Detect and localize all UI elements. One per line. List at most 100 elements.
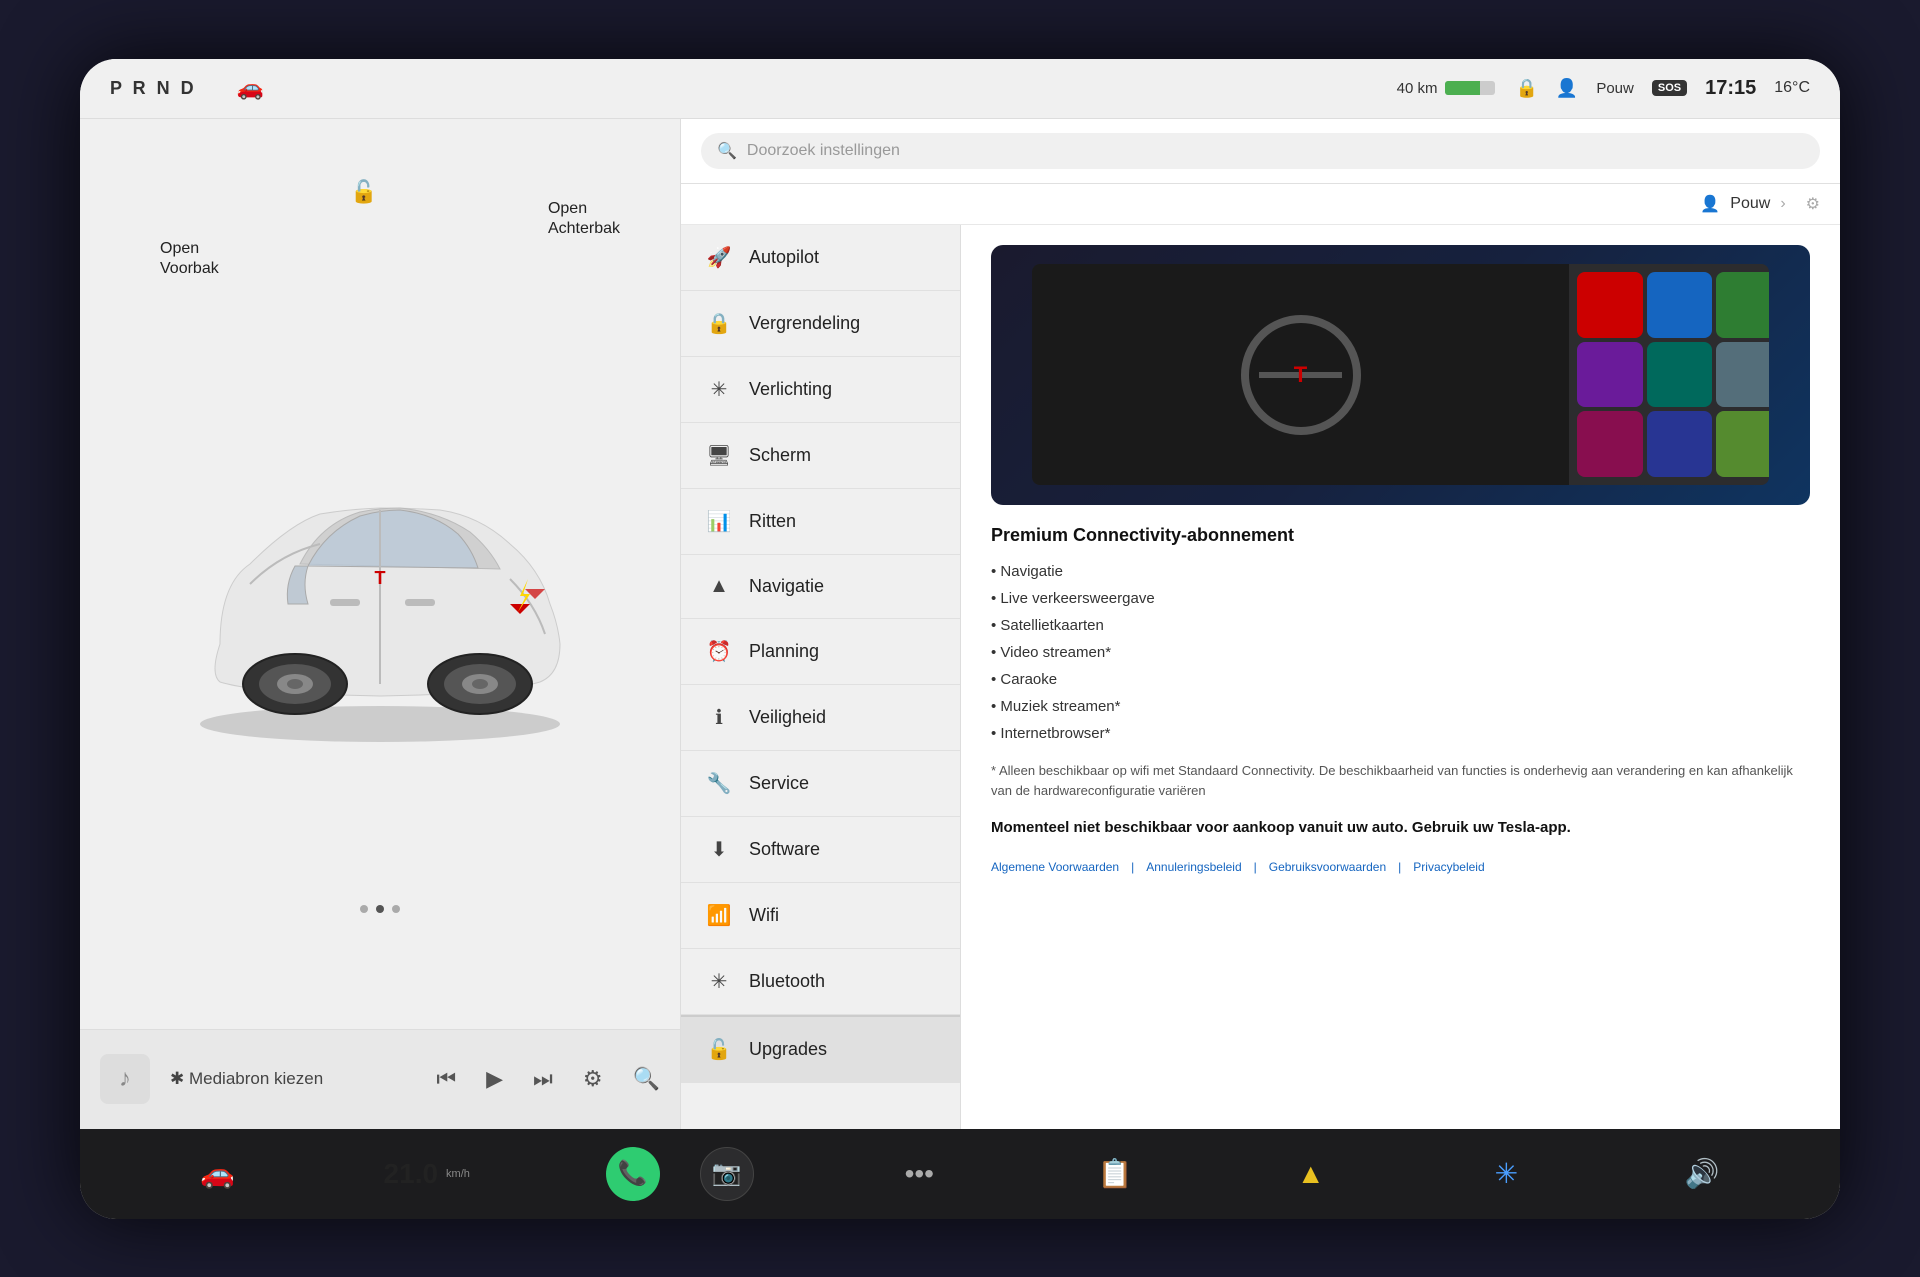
menu-label-autopilot: Autopilot [749,247,819,268]
menu-label-planning: Planning [749,641,819,662]
status-bar: P R N D 🚗 40 km 🔒 👤 Pouw SOS 17:15 16°C [80,59,1840,119]
dots-indicator [354,899,406,919]
menu-label-scherm: Scherm [749,445,811,466]
volume-icon: 🔊 [1685,1157,1720,1190]
planning-icon: ⏰ [705,639,733,664]
temp-display: 16°C [1774,79,1810,97]
legal-link-4[interactable]: Privacybeleid [1413,860,1484,874]
settings-content: Premium Connectivity-abonnement • Naviga… [961,225,1840,1129]
label-front-text: OpenVoorbak [160,240,219,278]
veiligheid-icon: ℹ [705,705,733,730]
taskbar-dots-button[interactable]: ••• [889,1144,949,1204]
phone-button[interactable]: 📞 [606,1147,660,1201]
prev-track-button[interactable]: ⏮ [436,1066,456,1092]
car-view-area: OpenVoorbak OpenAchterbak 🔓 [80,119,680,1029]
menu-label-wifi: Wifi [749,905,779,926]
battery-bar [1445,81,1495,95]
play-button[interactable]: ▶ [486,1066,503,1092]
scherm-icon: 🖥 [705,443,733,468]
service-icon: 🔧 [705,771,733,796]
wifi-icon: 📶 [705,903,733,928]
feature-video: • Video streamen* [991,639,1810,666]
upgrades-icon: 🔓 [705,1037,733,1062]
main-content: OpenVoorbak OpenAchterbak 🔓 [80,119,1840,1129]
app-icon-9 [1577,411,1643,477]
menu-item-upgrades[interactable]: 🔓 Upgrades [681,1015,960,1083]
menu-item-bluetooth[interactable]: ✳ Bluetooth [681,949,960,1015]
settings-menu: 🚀 Autopilot 🔒 Vergrendeling ✳ Verlichtin… [681,225,961,1129]
search-media-button[interactable]: 🔍 [633,1066,660,1092]
transport-controls: ⏮ ▶ ⏭ ⚙ 🔍 [436,1066,660,1092]
person-icon: 👤 [1556,78,1578,99]
app-icon-2 [1647,272,1713,338]
menu-label-ritten: Ritten [749,511,796,532]
screen-outer: P R N D 🚗 40 km 🔒 👤 Pouw SOS 17:15 16°C [80,59,1840,1219]
settings-icon[interactable]: ⚙ [1806,194,1820,214]
taskbar: 🚗 21.0 km/h 📞 📷 ••• 📋 [80,1129,1840,1219]
search-bar[interactable]: 🔍 Doorzoek instellingen [701,133,1820,169]
media-bar: ♪ ✱ Mediabron kiezen ⏮ ▶ ⏭ ⚙ 🔍 [80,1029,680,1129]
app-icon-7 [1716,342,1769,408]
speed-display: 21.0 [384,1158,439,1190]
search-placeholder: Doorzoek instellingen [747,142,900,160]
dots-icon: ••• [905,1158,934,1190]
feature-navigatie: • Navigatie [991,558,1810,585]
dash-left [1032,264,1569,485]
connectivity-note: * Alleen beschikbaar op wifi met Standaa… [991,761,1810,803]
connectivity-title: Premium Connectivity-abonnement [991,525,1810,546]
menu-label-software: Software [749,839,820,860]
app-icon-6 [1647,342,1713,408]
menu-item-service[interactable]: 🔧 Service [681,751,960,817]
legal-link-1[interactable]: Algemene Voorwaarden [991,860,1119,874]
app-icon-1 [1577,272,1643,338]
camera-button[interactable]: 📷 [700,1147,754,1201]
legal-link-2[interactable]: Annuleringsbeleid [1146,860,1241,874]
feature-internet: • Internetbrowser* [991,720,1810,747]
taskbar-volume-button[interactable]: 🔊 [1672,1144,1732,1204]
label-trunk: OpenAchterbak [548,199,620,241]
autopilot-icon: 🚀 [705,245,733,270]
menu-label-service: Service [749,773,809,794]
media-source-label: ✱ Mediabron kiezen [170,1069,323,1089]
menu-item-vergrendeling[interactable]: 🔒 Vergrendeling [681,291,960,357]
taskbar-car-button[interactable]: 🚗 [188,1144,248,1204]
menu-item-ritten[interactable]: 📊 Ritten [681,489,960,555]
music-note-icon: ♪ [100,1054,150,1104]
speed-value: 21.0 [384,1158,439,1189]
taskbar-speed-button[interactable]: 📋 [1085,1144,1145,1204]
next-track-button[interactable]: ⏭ [533,1066,553,1092]
legal-links: Algemene Voorwaarden | Annuleringsbeleid… [991,860,1810,874]
speedometer-area: 21.0 km/h [384,1158,470,1190]
app-icon-5 [1577,342,1643,408]
screen-inner: P R N D 🚗 40 km 🔒 👤 Pouw SOS 17:15 16°C [80,59,1840,1219]
vergrendeling-icon: 🔒 [705,311,733,336]
taskbar-bt-button[interactable]: ✳ [1476,1144,1536,1204]
nav-icon: ▲ [1297,1158,1325,1190]
user-name: Pouw [1596,80,1634,97]
menu-item-veiligheid[interactable]: ℹ Veiligheid [681,685,960,751]
menu-item-verlichting[interactable]: ✳ Verlichting [681,357,960,423]
battery-fill [1445,81,1480,95]
feature-muziek: • Muziek streamen* [991,693,1810,720]
menu-item-software[interactable]: ⬇ Software [681,817,960,883]
menu-label-verlichting: Verlichting [749,379,832,400]
taskbar-center: 📞 📷 [606,1147,754,1201]
sos-badge: SOS [1652,80,1687,96]
menu-item-wifi[interactable]: 📶 Wifi [681,883,960,949]
feature-sateliet: • Satellietkaarten [991,612,1810,639]
equalizer-button[interactable]: ⚙ [583,1066,603,1092]
legal-link-3[interactable]: Gebruiksvoorwaarden [1269,860,1386,874]
speed-unit: km/h [446,1168,470,1180]
connectivity-image [991,245,1810,505]
menu-item-navigatie[interactable]: ▲ Navigatie [681,555,960,619]
menu-item-scherm[interactable]: 🖥 Scherm [681,423,960,489]
feature-caraoke: • Caraoke [991,666,1810,693]
lock-icon: 🔒 [1515,78,1537,99]
menu-label-upgrades: Upgrades [749,1039,827,1060]
media-source[interactable]: ✱ Mediabron kiezen [170,1069,323,1089]
taskbar-nav-button[interactable]: ▲ [1281,1144,1341,1204]
menu-label-veiligheid: Veiligheid [749,707,826,728]
menu-item-autopilot[interactable]: 🚀 Autopilot [681,225,960,291]
verlichting-icon: ✳ [705,377,733,402]
menu-item-planning[interactable]: ⏰ Planning [681,619,960,685]
